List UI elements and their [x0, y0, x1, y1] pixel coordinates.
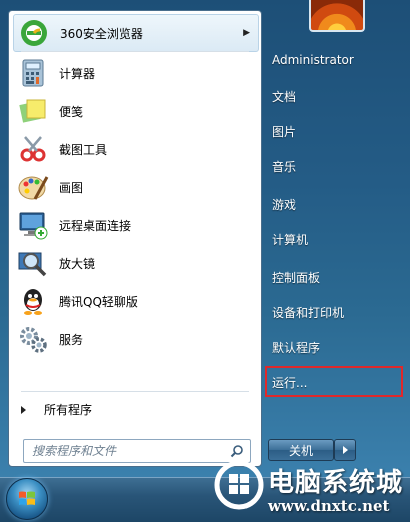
user-picture[interactable]	[309, 0, 365, 32]
start-button[interactable]	[6, 478, 48, 520]
watermark-logo-icon	[214, 460, 264, 510]
program-label: 截图工具	[59, 142, 108, 157]
program-label: 远程桌面连接	[59, 218, 132, 233]
paint-icon	[17, 171, 49, 203]
program-label: 腾讯QQ轻聊版	[59, 294, 138, 309]
program-item-remote-desktop[interactable]: 远程桌面连接	[13, 207, 257, 243]
documents-link[interactable]: 文档	[272, 88, 296, 105]
program-label: 服务	[59, 332, 84, 347]
programs-panel: 360安全浏览器 ▶ 计算器 便笺 截图工具 画图 远程桌面连接 放大镜 腾讯Q…	[8, 10, 262, 467]
all-programs-button[interactable]: 所有程序	[21, 401, 92, 418]
music-link[interactable]: 音乐	[272, 158, 296, 175]
watermark-title: 电脑系统城	[268, 468, 404, 498]
all-programs-label: 所有程序	[44, 403, 93, 417]
browser-360-icon	[18, 17, 50, 49]
program-label: 360安全浏览器	[60, 26, 143, 41]
default-programs-link[interactable]: 默认程序	[272, 339, 320, 356]
windows-logo-icon	[19, 491, 35, 505]
computer-link[interactable]: 计算机	[272, 231, 308, 248]
snipping-tool-icon	[17, 133, 49, 165]
program-label: 画图	[59, 180, 84, 195]
divider	[21, 391, 249, 392]
watermark-url: www.dnxtc.net	[268, 497, 390, 515]
program-item-sticky-notes[interactable]: 便笺	[13, 93, 257, 129]
calculator-icon	[17, 57, 49, 89]
arrow-right-icon	[21, 405, 26, 414]
program-item-qq[interactable]: 腾讯QQ轻聊版	[13, 283, 257, 319]
games-link[interactable]: 游戏	[272, 196, 296, 213]
submenu-arrow-icon: ▶	[243, 28, 250, 38]
shutdown-options-button[interactable]	[334, 439, 356, 461]
pictures-link[interactable]: 图片	[272, 123, 296, 140]
services-icon	[17, 323, 49, 355]
program-item-snipping-tool[interactable]: 截图工具	[13, 131, 257, 167]
program-item-360-browser[interactable]: 360安全浏览器 ▶	[13, 14, 259, 52]
program-label: 计算器	[59, 66, 96, 81]
program-label: 放大镜	[59, 256, 96, 271]
program-label: 便笺	[59, 104, 84, 119]
qq-icon	[17, 285, 49, 317]
program-item-paint[interactable]: 画图	[13, 169, 257, 205]
program-item-magnifier[interactable]: 放大镜	[13, 245, 257, 281]
devices-printers-link[interactable]: 设备和打印机	[272, 304, 344, 321]
run-highlight-box	[265, 366, 403, 397]
program-list: 360安全浏览器 ▶ 计算器 便笺 截图工具 画图 远程桌面连接 放大镜 腾讯Q…	[9, 11, 261, 391]
search-input[interactable]	[30, 443, 224, 459]
user-name-link[interactable]: Administrator	[272, 53, 354, 67]
search-icon[interactable]	[230, 444, 244, 458]
control-panel-link[interactable]: 控制面板	[272, 269, 320, 286]
remote-desktop-icon	[17, 209, 49, 241]
arrow-right-icon	[342, 446, 348, 454]
magnifier-icon	[17, 247, 49, 279]
divider	[21, 51, 249, 52]
program-item-calculator[interactable]: 计算器	[13, 55, 257, 91]
program-item-services[interactable]: 服务	[13, 321, 257, 357]
sticky-notes-icon	[17, 95, 49, 127]
shutdown-button[interactable]: 关机	[268, 439, 334, 461]
